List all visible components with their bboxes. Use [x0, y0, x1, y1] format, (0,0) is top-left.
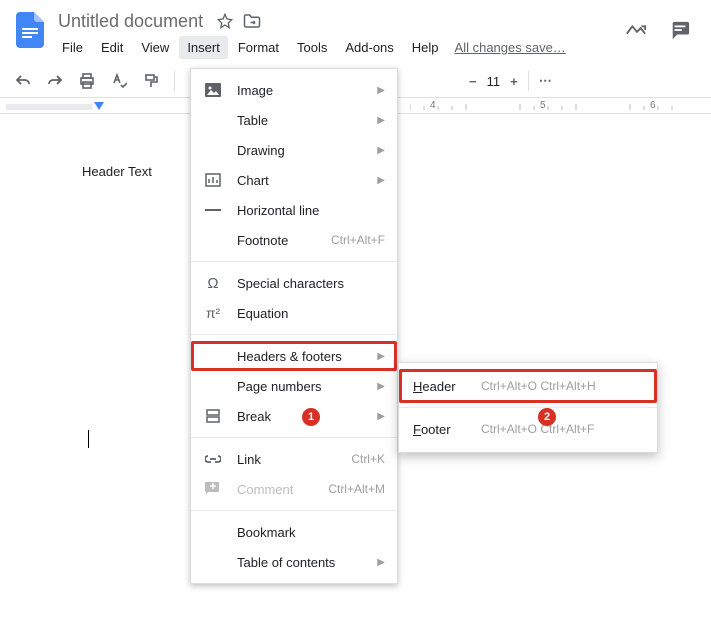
menu-item-headers-footers[interactable]: Headers & footers ▶: [191, 341, 397, 371]
submenu-item-footer[interactable]: Footer Ctrl+Alt+O Ctrl+Alt+F: [399, 412, 657, 446]
shortcut: Ctrl+Alt+M: [328, 482, 385, 496]
label: Horizontal line: [237, 203, 385, 218]
menu-item-break[interactable]: Break ▶: [191, 401, 397, 431]
separator: [191, 510, 397, 511]
shortcut: Ctrl+Alt+O Ctrl+Alt+F: [481, 422, 594, 436]
label: Drawing: [237, 143, 363, 158]
menu-tools[interactable]: Tools: [289, 36, 335, 59]
menu-bar: File Edit View Insert Format Tools Add-o…: [54, 34, 625, 65]
label: Header: [413, 379, 469, 394]
chevron-right-icon: ▶: [377, 351, 385, 362]
pi-icon: π²: [203, 305, 223, 321]
omega-icon: Ω: [203, 275, 223, 292]
menu-item-table[interactable]: Table ▶: [191, 105, 397, 135]
print-icon[interactable]: [78, 73, 96, 89]
menu-item-page-numbers[interactable]: Page numbers ▶: [191, 371, 397, 401]
menu-item-footnote[interactable]: Footnote Ctrl+Alt+F: [191, 225, 397, 255]
activity-icon[interactable]: [625, 21, 647, 39]
menu-item-comment: Comment Ctrl+Alt+M: [191, 474, 397, 504]
comment-add-icon: [203, 482, 223, 496]
menu-item-equation[interactable]: π² Equation: [191, 298, 397, 328]
menu-item-bookmark[interactable]: Bookmark: [191, 517, 397, 547]
label: Footnote: [237, 233, 317, 248]
move-folder-icon[interactable]: [243, 13, 261, 29]
chevron-right-icon: ▶: [377, 175, 385, 186]
label: Table: [237, 113, 363, 128]
redo-icon[interactable]: [46, 74, 64, 88]
doc-title[interactable]: Untitled document: [54, 9, 207, 34]
link-icon: [203, 454, 223, 464]
separator: [174, 71, 175, 91]
save-status[interactable]: All changes save…: [455, 40, 566, 55]
separator: [191, 334, 397, 335]
shortcut: Ctrl+Alt+F: [331, 233, 385, 247]
label: Footer: [413, 422, 469, 437]
shortcut: Ctrl+Alt+O Ctrl+Alt+H: [481, 379, 596, 393]
menu-addons[interactable]: Add-ons: [337, 36, 401, 59]
label: Link: [237, 452, 337, 467]
font-size-value[interactable]: 11: [487, 74, 501, 89]
menu-edit[interactable]: Edit: [93, 36, 131, 59]
label: Break: [237, 409, 363, 424]
indent-marker-icon[interactable]: [93, 101, 105, 113]
menu-item-link[interactable]: Link Ctrl+K: [191, 444, 397, 474]
text-cursor: [88, 430, 89, 448]
menu-item-drawing[interactable]: Drawing ▶: [191, 135, 397, 165]
shortcut: Ctrl+K: [351, 452, 385, 466]
docs-logo[interactable]: [12, 8, 48, 52]
menu-file[interactable]: File: [54, 36, 91, 59]
separator: [191, 261, 397, 262]
label: Image: [237, 83, 363, 98]
menu-item-chart[interactable]: Chart ▶: [191, 165, 397, 195]
annotation-badge-2: 2: [538, 408, 556, 426]
chart-icon: [203, 173, 223, 187]
insert-dropdown: Image ▶ Table ▶ Drawing ▶ Chart ▶ Horizo…: [190, 68, 398, 584]
comments-icon[interactable]: [669, 20, 691, 40]
more-tools-icon[interactable]: ⋯: [539, 73, 554, 89]
menu-item-horizontal-line[interactable]: Horizontal line: [191, 195, 397, 225]
menu-item-toc[interactable]: Table of contents ▶: [191, 547, 397, 577]
chevron-right-icon: ▶: [377, 85, 385, 96]
break-icon: [203, 409, 223, 423]
label: Table of contents: [237, 555, 363, 570]
chevron-right-icon: ▶: [377, 381, 385, 392]
menu-item-image[interactable]: Image ▶: [191, 75, 397, 105]
label: Page numbers: [237, 379, 363, 394]
label: Chart: [237, 173, 363, 188]
paint-format-icon[interactable]: [142, 73, 160, 89]
label: Bookmark: [237, 525, 385, 540]
label: Equation: [237, 306, 385, 321]
star-icon[interactable]: [217, 13, 233, 29]
separator: [191, 437, 397, 438]
annotation-badge-1: 1: [302, 408, 320, 426]
menu-help[interactable]: Help: [404, 36, 447, 59]
spellcheck-icon[interactable]: [110, 73, 128, 89]
menu-insert[interactable]: Insert: [179, 36, 228, 59]
menu-item-special-chars[interactable]: Ω Special characters: [191, 268, 397, 298]
label: Headers & footers: [237, 349, 363, 364]
font-size-increase[interactable]: +: [510, 74, 518, 89]
menu-format[interactable]: Format: [230, 36, 287, 59]
chevron-right-icon: ▶: [377, 145, 385, 156]
submenu-item-header[interactable]: Header Ctrl+Alt+O Ctrl+Alt+H: [399, 369, 657, 403]
label: Special characters: [237, 276, 385, 291]
hline-icon: [203, 208, 223, 212]
chevron-right-icon: ▶: [377, 557, 385, 568]
label: Comment: [237, 482, 314, 497]
separator: [399, 407, 657, 408]
undo-icon[interactable]: [14, 74, 32, 88]
header-text[interactable]: Header Text: [82, 164, 152, 179]
menu-view[interactable]: View: [133, 36, 177, 59]
chevron-right-icon: ▶: [377, 115, 385, 126]
image-icon: [203, 83, 223, 97]
separator: [528, 71, 529, 91]
font-size-decrease[interactable]: −: [469, 74, 477, 89]
headers-footers-submenu: Header Ctrl+Alt+O Ctrl+Alt+H Footer Ctrl…: [398, 362, 658, 453]
chevron-right-icon: ▶: [377, 411, 385, 422]
